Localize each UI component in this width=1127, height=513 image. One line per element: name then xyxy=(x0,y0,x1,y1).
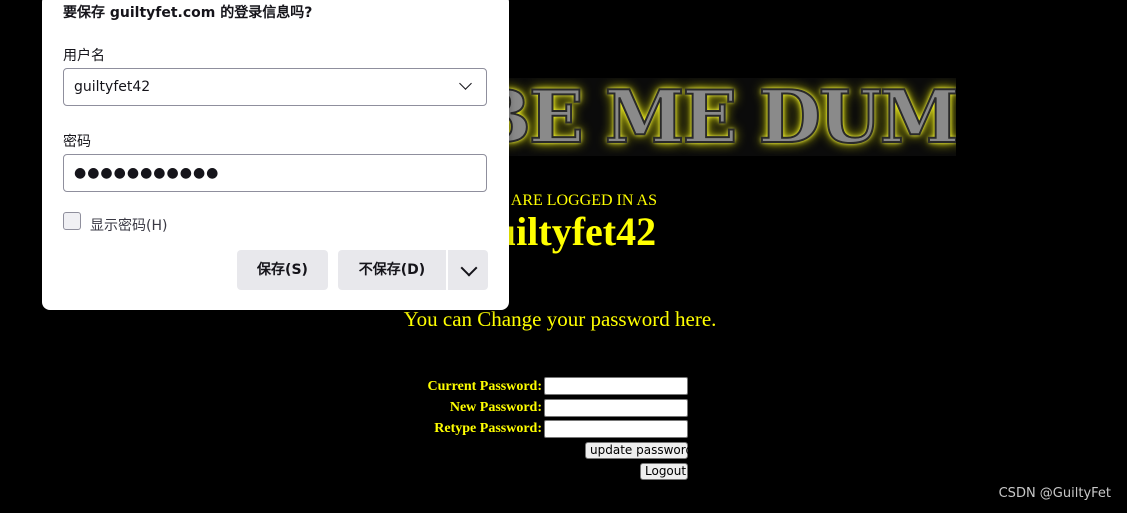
banner-text: BE ME DUMB xyxy=(470,78,956,156)
logout-button[interactable]: Logout xyxy=(640,463,688,480)
new-password-label: New Password: xyxy=(449,400,542,415)
update-password-button[interactable]: update password xyxy=(585,442,693,459)
password-label: 密码 xyxy=(63,134,91,150)
new-password-row: New Password: xyxy=(380,398,542,417)
new-password-input[interactable] xyxy=(544,399,688,417)
username-select[interactable]: guiltyfet42 xyxy=(63,68,487,106)
more-options-button[interactable] xyxy=(448,250,488,290)
retype-password-label: Retype Password: xyxy=(434,421,542,436)
retype-password-input[interactable] xyxy=(544,420,688,438)
save-button[interactable]: 保存(S) xyxy=(237,250,328,290)
change-password-link[interactable]: You can Change your password here. xyxy=(360,307,760,332)
show-password-checkbox[interactable] xyxy=(63,212,81,230)
password-value: ●●●●●●●●●●● xyxy=(74,165,220,181)
popup-title: 要保存 guiltyfet.com 的登录信息吗? xyxy=(63,5,313,21)
show-password-label: 显示密码(H) xyxy=(90,218,168,234)
current-password-input[interactable] xyxy=(544,377,688,395)
chevron-down-icon xyxy=(460,259,478,277)
password-field[interactable]: ●●●●●●●●●●● xyxy=(63,154,487,192)
username-label: 用户名 xyxy=(63,48,105,64)
save-login-popup: 要保存 guiltyfet.com 的登录信息吗? 用户名 guiltyfet4… xyxy=(42,0,509,310)
current-password-label: Current Password: xyxy=(427,379,542,394)
site-banner: BE ME DUMB xyxy=(470,78,956,156)
chevron-down-icon xyxy=(459,77,472,90)
retype-password-row: Retype Password: xyxy=(380,419,542,438)
watermark: CSDN @GuiltyFet xyxy=(998,486,1111,501)
current-password-row: Current Password: xyxy=(380,377,542,396)
dont-save-button[interactable]: 不保存(D) xyxy=(338,250,446,290)
username-value: guiltyfet42 xyxy=(74,79,151,95)
